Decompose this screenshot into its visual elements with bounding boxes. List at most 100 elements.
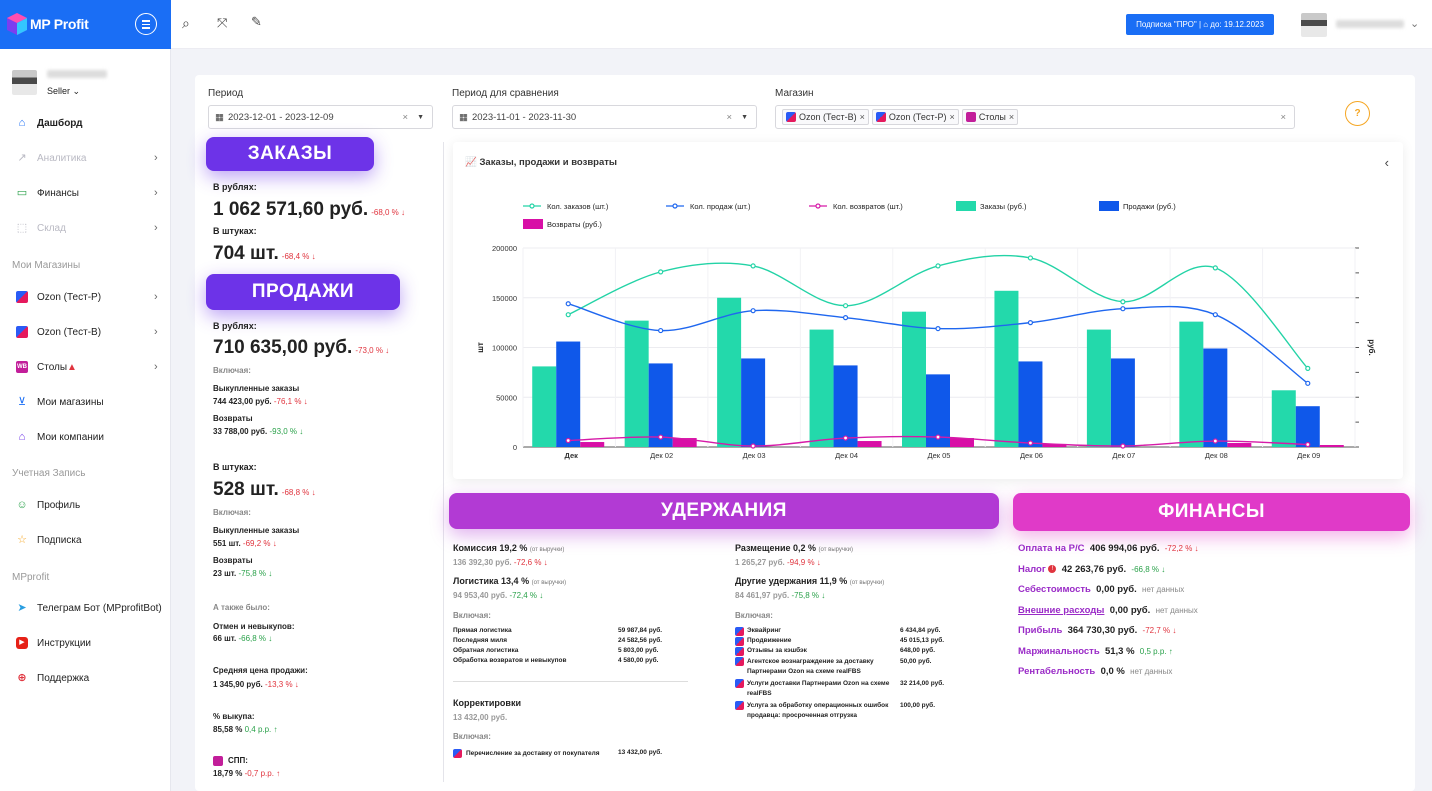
- search-icon[interactable]: ⌕: [182, 15, 190, 32]
- store-tag[interactable]: Ozon (Тест-В) ×: [782, 109, 869, 125]
- period-label: Период: [208, 88, 244, 99]
- finance-label: Налог: [1018, 563, 1046, 575]
- chart-card: 📈 Заказы, продажи и возвраты ‹ 0 50000 100…: [453, 142, 1403, 479]
- line-point: [1305, 365, 1311, 371]
- ozon-icon: [735, 657, 744, 666]
- user-role-dropdown[interactable]: Seller ⌄: [47, 86, 80, 97]
- menu-toggle-icon[interactable]: [135, 13, 157, 35]
- wallet-icon: ▭: [16, 187, 28, 199]
- finance-row-margin: Маржинальность 51,3 % 0,5 р.р. ↑: [1018, 646, 1408, 667]
- commission-label: Комиссия 19,2 %: [453, 543, 528, 553]
- store-tag[interactable]: Столы ×: [961, 109, 1019, 125]
- telegram-icon: ➤: [17, 602, 27, 614]
- calendar-icon: ▦: [215, 111, 224, 123]
- line-point: [1212, 438, 1218, 444]
- brush-icon[interactable]: ✎: [251, 14, 262, 30]
- note: (от выручки): [849, 580, 885, 586]
- sales-pcs-label: В штуках:: [213, 462, 257, 472]
- caret-down-icon[interactable]: ▼: [741, 114, 748, 121]
- line-point: [1120, 306, 1126, 312]
- clear-icon[interactable]: ×: [402, 112, 408, 123]
- fullscreen-icon[interactable]: ⤧: [217, 15, 227, 31]
- avatar[interactable]: [1301, 13, 1327, 37]
- x-tick-label: Дек 05: [928, 451, 951, 460]
- period-picker[interactable]: ▦ 2023-12-01 - 2023-12-09 × ▼: [208, 105, 433, 129]
- sidebar-item-profile[interactable]: ☺ Профиль: [0, 490, 171, 520]
- sidebar-item-store-tables[interactable]: WB Столы ▲ ›: [0, 352, 171, 382]
- compare-period-picker[interactable]: ▦ 2023-11-01 - 2023-11-30 × ▼: [452, 105, 757, 129]
- item-name: Услуги доставки Партнерами Ozon на схеме…: [747, 680, 890, 697]
- list-item: Последняя миля 24 582,56 руб.: [453, 637, 683, 647]
- sidebar-item-store-ozon-v[interactable]: Ozon (Тест-В) ›: [0, 317, 171, 347]
- item-name: Прямая логистика: [453, 627, 512, 634]
- chevron-down-icon[interactable]: ⌄: [1410, 17, 1419, 30]
- list-item: Эквайринг 6 434,84 руб.: [735, 627, 965, 637]
- store-tag-label: Ozon (Тест-Р): [888, 112, 947, 122]
- sidebar-item-support[interactable]: ⊕ Поддержка: [0, 663, 171, 693]
- avatar[interactable]: [12, 70, 37, 95]
- bought-value: 744 423,00 руб.: [213, 397, 272, 406]
- remove-tag-icon[interactable]: ×: [1009, 112, 1014, 122]
- other-label: Другие удержания 11,9 %: [735, 576, 848, 586]
- x-tick-label: Дек 07: [1112, 451, 1135, 460]
- caret-down-icon[interactable]: ▼: [417, 114, 424, 121]
- delta-badge: -93,0 % ↓: [269, 427, 304, 436]
- clear-icon[interactable]: ×: [726, 112, 732, 123]
- sidebar-item-dashboard[interactable]: ⌂ Дашборд: [0, 108, 171, 138]
- chevron-right-icon: ›: [154, 326, 158, 338]
- clear-icon[interactable]: ×: [1280, 112, 1286, 123]
- line-point: [1305, 380, 1311, 386]
- legend-label: Кол. возвратов (шт.): [833, 202, 903, 211]
- sidebar-item-my-stores[interactable]: ⊻ Мои магазины: [0, 387, 171, 417]
- section-mpprofit: MPprofit: [12, 572, 50, 583]
- star-icon: ☆: [17, 534, 27, 546]
- note: (от выручки): [531, 580, 567, 586]
- finance-list: Оплата на Р/С 406 994,06 руб. -72,2 % ↓ …: [1018, 543, 1408, 687]
- bar-0: [1271, 390, 1296, 447]
- cancel-label: Отмен и невыкупов:: [213, 622, 295, 631]
- sidebar-item-instructions[interactable]: ▶ Инструкции: [0, 628, 171, 658]
- includes-label: Включая:: [453, 611, 491, 620]
- delta-badge: -72,4 % ↓: [509, 591, 544, 600]
- finance-label: Прибыль: [1018, 625, 1063, 636]
- finance-value: 406 994,06 руб.: [1089, 543, 1160, 554]
- includes-label: Включая:: [453, 732, 491, 741]
- remove-tag-icon[interactable]: ×: [860, 112, 865, 122]
- sidebar-item-warehouse[interactable]: ⬚ Склад ›: [0, 213, 171, 243]
- returns-pcs-label: Возвраты: [213, 556, 253, 565]
- stores-select[interactable]: Ozon (Тест-В) × Ozon (Тест-Р) × Столы × ×: [775, 105, 1295, 129]
- bar-1: [556, 341, 581, 447]
- remove-tag-icon[interactable]: ×: [950, 112, 955, 122]
- avg-price: 1 345,90 руб. -13,3 % ↓: [213, 680, 299, 689]
- list-item: Услуги доставки Партнерами Ozon на схеме…: [735, 679, 965, 699]
- subscription-badge[interactable]: Подписка "ПРО" | ⌂ до: 19.12.2023: [1126, 14, 1274, 35]
- finance-row-profit: Прибыль 364 730,30 руб. -72,7 % ↓: [1018, 625, 1408, 646]
- stores-label: Магазин: [775, 88, 814, 99]
- logistics-value-row: 94 953,40 руб. -72,4 % ↓: [453, 591, 543, 600]
- corrections-value: 13 432,00 руб.: [453, 713, 508, 722]
- bought: 744 423,00 руб. -76,1 % ↓: [213, 397, 308, 406]
- y-axis-label: шт: [476, 342, 485, 353]
- sidebar-item-my-companies[interactable]: ⌂ Мои компании: [0, 422, 171, 452]
- bar-1: [833, 365, 858, 447]
- item-value: 45 015,13 руб.: [900, 637, 945, 644]
- sidebar-item-analytics[interactable]: ↗ Аналитика ›: [0, 143, 171, 173]
- legend-label: Продажи (руб.): [1123, 202, 1176, 211]
- store-tag[interactable]: Ozon (Тест-Р) ×: [871, 109, 959, 125]
- bar-2: [580, 442, 605, 447]
- app-name[interactable]: MP Profit: [30, 16, 89, 32]
- sidebar-item-telegram[interactable]: ➤ Телеграм Бот (MPprofitBot): [0, 593, 171, 623]
- ozon-icon: [16, 326, 28, 338]
- bar-1: [1110, 358, 1135, 447]
- external-expenses-link[interactable]: Внешние расходы: [1018, 605, 1104, 616]
- alert-icon[interactable]: !: [1048, 564, 1057, 573]
- sidebar-item-store-ozon-r[interactable]: Ozon (Тест-Р) ›: [0, 282, 171, 312]
- sidebar-item-finance[interactable]: ▭ Финансы ›: [0, 178, 171, 208]
- delta-badge: нет данных: [1130, 667, 1173, 676]
- placement-row: Размещение 0,2 % (от выручки): [735, 543, 853, 553]
- help-icon[interactable]: ?: [1345, 101, 1370, 126]
- buyout-label: % выкупа:: [213, 712, 255, 721]
- column-divider: [443, 142, 444, 782]
- sidebar-item-subscription[interactable]: ☆ Подписка: [0, 525, 171, 555]
- user-name-blurred[interactable]: [1336, 20, 1404, 28]
